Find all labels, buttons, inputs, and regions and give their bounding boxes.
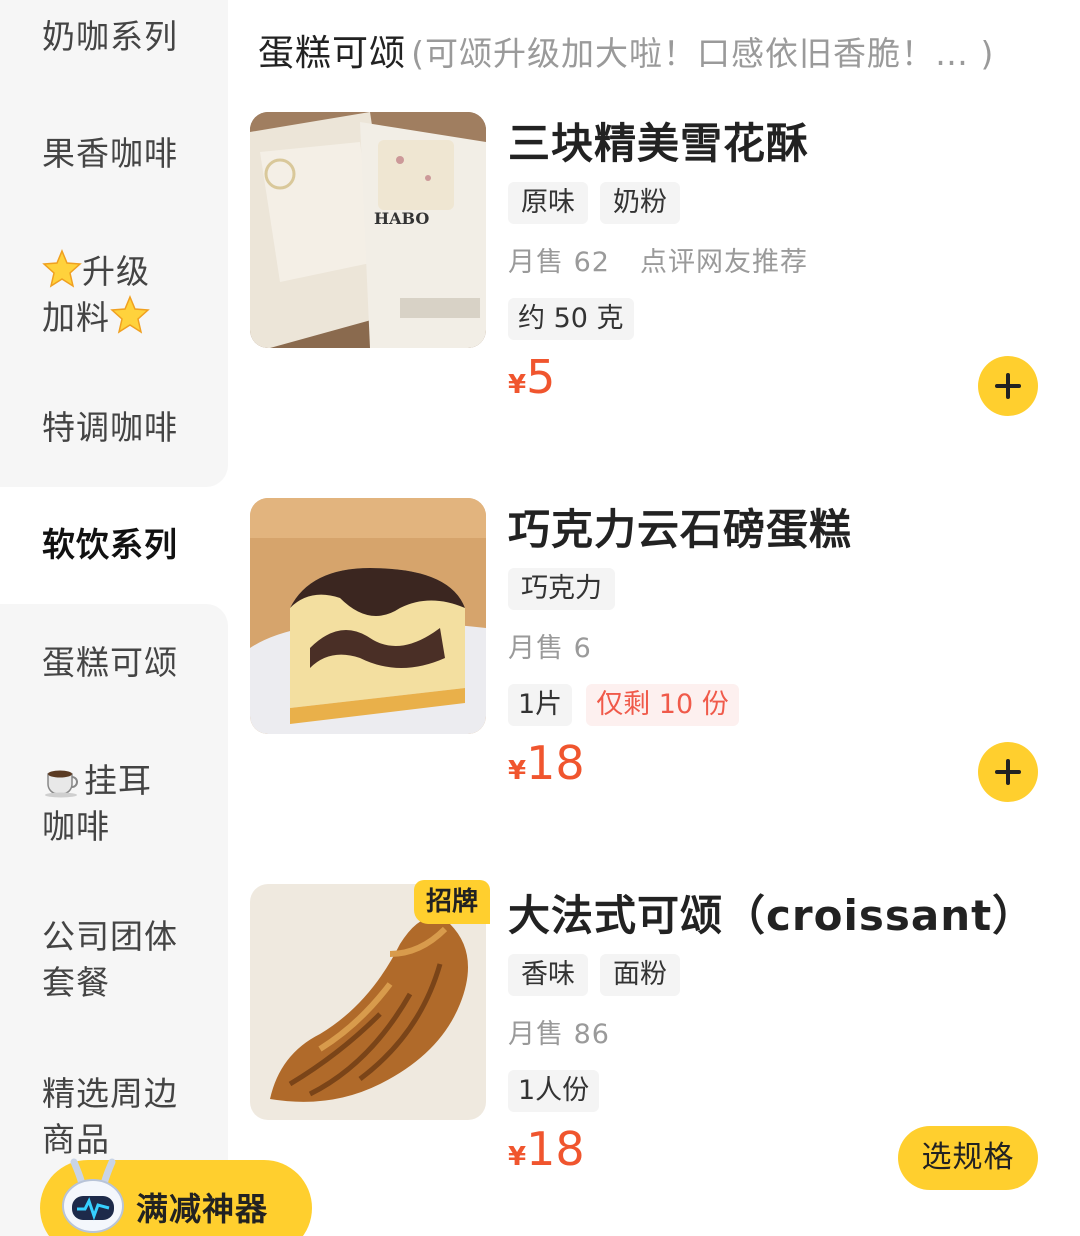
product-tags: 原味 奶粉 [508,182,680,224]
star-icon [110,295,150,334]
sidebar-item-special-coffee[interactable]: 特调咖啡 [42,405,222,451]
product-meta: 月售 62 点评网友推荐 [508,240,808,279]
star-icon [42,249,82,288]
promo-label: 满减神器 [136,1190,269,1228]
price-value: 18 [526,1122,585,1176]
price-value: 18 [526,736,585,790]
product-specs: 1人份 [508,1070,600,1112]
sidebar-item-upgrade-toppings[interactable]: 升级 加料 [42,249,222,341]
sidebar-item-group-package[interactable]: 公司团体 套餐 [42,914,222,1006]
signature-badge: 招牌 [414,880,490,924]
product-card[interactable]: 巧克力云石磅蛋糕 巧克力 月售 6 1片 仅剩 10 份 ¥18 [250,498,1050,802]
sidebar-item-label: 商品 [42,1120,110,1159]
sidebar-item-label: 加料 [42,298,110,337]
product-name: 大法式可颂（croissant） [508,891,1036,940]
snowflake-crisp-photo: HABO [250,112,486,348]
sidebar-item-label: 升级 [82,252,150,291]
product-name: 巧克力云石磅蛋糕 [508,505,853,554]
sidebar-item-label: 果香咖啡 [42,134,178,173]
add-to-cart-button[interactable] [978,742,1038,802]
sidebar-item-label: 公司团体 [42,917,178,956]
product-tags: 巧克力 [508,568,615,610]
spec-label: 约 50 克 [508,298,634,340]
monthly-sales: 月售 86 [508,1019,610,1050]
currency-symbol: ¥ [508,1142,527,1172]
product-card[interactable]: 招牌 大法式可颂（croissant） 香味 面粉 月售 86 1人份 ¥18 … [250,880,1050,1190]
product-specs: 1片 仅剩 10 份 [508,684,739,726]
product-tag: 面粉 [600,954,680,996]
section-header: 蛋糕可颂 (可颂升级加大啦！口感依旧香脆！… ) [258,24,1070,76]
monthly-sales: 月售 6 [508,633,592,664]
sidebar-item-cake-croissant[interactable]: 蛋糕可颂 [42,640,222,686]
sidebar-item-label: 挂耳 [84,761,152,800]
product-name: 三块精美雪花酥 [508,119,810,168]
product-tag: 香味 [508,954,588,996]
monthly-sales: 月售 62 [508,247,610,278]
product-tag: 原味 [508,182,588,224]
section-title: 蛋糕可颂 [258,33,407,74]
currency-symbol: ¥ [508,756,527,786]
product-price: ¥18 [508,1122,585,1176]
sidebar-item-label: 咖啡 [42,807,110,846]
sidebar-item-milk-coffee[interactable]: 奶咖系列 [42,14,222,60]
product-price: ¥5 [508,350,555,404]
category-sidebar: 奶咖系列 果香咖啡 升级 加料 特调咖啡 软饮系列 蛋糕可颂 挂耳 咖啡 公司团… [0,0,228,1236]
spec-label: 1片 [508,684,573,726]
product-specs: 约 50 克 [508,298,634,340]
product-image[interactable] [250,498,486,734]
robot-mascot-icon [62,1158,124,1233]
stock-warning-badge: 仅剩 10 份 [586,684,739,726]
sidebar-item-label: 精选周边 [42,1074,178,1113]
spec-label: 1人份 [508,1070,600,1112]
recommend-note: 点评网友推荐 [639,247,808,278]
currency-symbol: ¥ [508,370,527,400]
product-tag: 奶粉 [600,182,680,224]
sidebar-item-drip-coffee[interactable]: 挂耳 咖啡 [42,758,222,850]
svg-text:HABO: HABO [374,209,429,228]
sidebar-item-label: 特调咖啡 [42,408,178,447]
sidebar-item-label: 套餐 [42,963,110,1002]
product-image[interactable]: HABO [250,112,486,348]
sidebar-item-soft-drinks[interactable]: 软饮系列 [42,522,222,568]
sidebar-item-merchandise[interactable]: 精选周边 商品 [42,1071,222,1163]
product-card[interactable]: HABO 三块精美雪花酥 原味 奶粉 月售 62 点评网友推荐 约 50 克 ¥5 [250,112,1050,416]
sidebar-item-label: 奶咖系列 [42,17,178,56]
product-meta: 月售 86 [508,1012,610,1051]
product-price: ¥18 [508,736,585,790]
price-value: 5 [526,350,556,404]
choose-spec-button[interactable]: 选规格 [898,1126,1038,1190]
coffee-cup-icon [45,770,78,798]
product-tag: 巧克力 [508,568,615,610]
product-meta: 月售 6 [508,626,592,665]
sidebar-item-fruity-coffee[interactable]: 果香咖啡 [42,131,222,177]
section-subtitle: (可颂升级加大啦！口感依旧香脆！… ) [411,34,995,73]
sidebar-item-label: 软饮系列 [42,525,178,564]
marble-cake-photo [250,498,486,734]
add-to-cart-button[interactable] [978,356,1038,416]
product-tags: 香味 面粉 [508,954,680,996]
sidebar-item-label: 蛋糕可颂 [42,643,178,682]
